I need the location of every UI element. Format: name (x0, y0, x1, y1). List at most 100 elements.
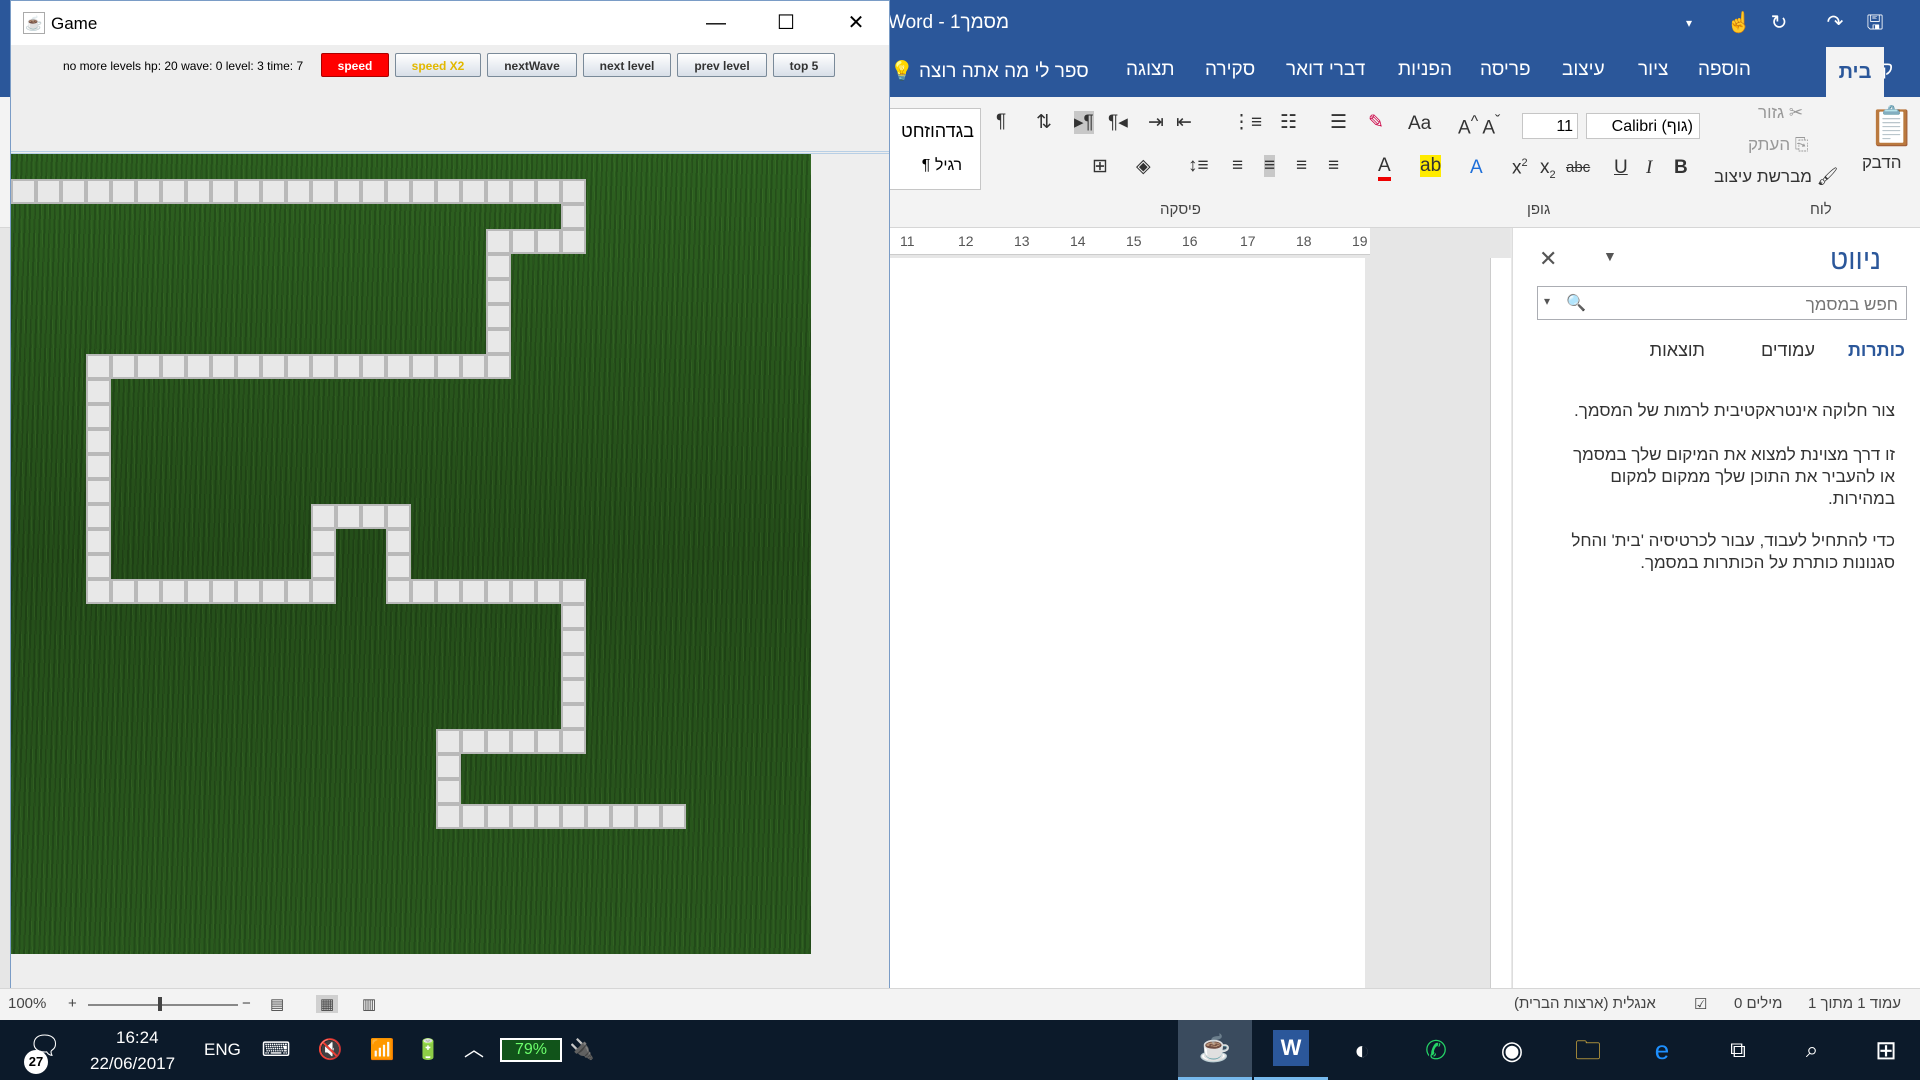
touch-icon[interactable]: ☝ (1726, 10, 1752, 36)
taskbar-java-app[interactable]: ☕ (1178, 1020, 1252, 1080)
speed-button[interactable]: speed (321, 53, 389, 77)
bullets-icon[interactable]: ☰ (1330, 111, 1347, 134)
font-name-box[interactable]: Calibri (גוף) (1586, 113, 1700, 139)
tab-view[interactable]: תצוגה (1126, 59, 1175, 81)
search-icon[interactable]: ⌕ (1794, 1032, 1830, 1068)
battery-icon[interactable]: 🔋 (410, 1032, 446, 1068)
tab-design[interactable]: עיצוב (1562, 59, 1605, 81)
font-color-icon[interactable]: A (1378, 155, 1391, 181)
top5-button[interactable]: top 5 (773, 53, 835, 77)
eclipse-icon[interactable]: ◐ (1344, 1032, 1380, 1068)
search-icon[interactable]: 🔍 (1566, 293, 1586, 313)
tab-mailings[interactable]: דברי דואר (1286, 59, 1365, 81)
horizontal-ruler[interactable]: 11 12 13 14 15 16 17 18 19 (890, 228, 1370, 255)
speed-x2-button[interactable]: speed X2 (395, 53, 481, 77)
tab-layout[interactable]: פריסה (1480, 59, 1531, 81)
print-layout-icon[interactable]: ▦ (316, 995, 339, 1013)
zoom-slider[interactable] (88, 1004, 238, 1006)
tell-me-box[interactable]: 💡 ספר לי מה אתה רוצה (890, 59, 1089, 83)
language-status[interactable]: אנגלית (ארצות הברית) (1514, 995, 1656, 1012)
numbering-icon[interactable]: ☷ (1280, 111, 1297, 134)
next-level-button[interactable]: next level (583, 53, 671, 77)
bold-icon[interactable]: B (1674, 157, 1688, 179)
ltr-icon[interactable]: ▸¶ (1074, 111, 1094, 134)
chrome-icon[interactable]: ◉ (1494, 1032, 1530, 1068)
borders-icon[interactable]: ⊞ (1092, 155, 1108, 178)
line-spacing-icon[interactable]: ↕≡ (1188, 155, 1209, 177)
volume-mute-icon[interactable]: 🔇 (312, 1032, 348, 1068)
center-icon[interactable]: ≡ (1296, 155, 1307, 177)
vertical-ruler[interactable] (1490, 258, 1511, 988)
align-left-icon[interactable]: ≡ (1264, 155, 1276, 177)
style-heading[interactable]: בגדהוזחט (901, 121, 974, 142)
increase-indent-icon[interactable]: ⇥ (1148, 111, 1164, 134)
minimize-icon[interactable]: — (693, 7, 739, 39)
tab-pages[interactable]: עמודים (1761, 340, 1815, 361)
document-page[interactable] (890, 258, 1365, 988)
highlight-icon[interactable]: ab (1420, 155, 1442, 177)
underline-icon[interactable]: U (1614, 157, 1628, 179)
keyboard-icon[interactable]: ⌨ (258, 1032, 294, 1068)
whatsapp-icon[interactable]: ✆ (1418, 1032, 1454, 1068)
tab-review[interactable]: סקירה (1205, 59, 1255, 81)
styles-gallery[interactable]: בגדהוזחט ¶ רגיל (889, 108, 981, 190)
focus-mode-icon[interactable]: ▤ (270, 995, 284, 1013)
clock-time[interactable]: 16:24 (116, 1028, 159, 1048)
font-size-box[interactable]: 11 (1522, 113, 1578, 139)
style-normal[interactable]: ¶ רגיל (922, 157, 962, 175)
proofing-icon[interactable]: ☑ (1694, 995, 1707, 1013)
read-mode-icon[interactable]: ▥ (362, 995, 376, 1013)
tab-draw[interactable]: ציור (1638, 59, 1668, 81)
tab-results[interactable]: תוצאות (1650, 340, 1705, 361)
clock-date[interactable]: 22/06/2017 (90, 1054, 175, 1074)
redo-icon[interactable]: ↷ (1822, 10, 1848, 36)
page-count[interactable]: עמוד 1 מתוך 1 (1808, 995, 1901, 1012)
maximize-icon[interactable]: ☐ (763, 7, 809, 39)
battery-percentage[interactable]: 79% (500, 1038, 562, 1062)
rtl-icon[interactable]: ¶◂ (1108, 111, 1128, 134)
show-marks-icon[interactable]: ¶ (996, 111, 1006, 133)
input-language[interactable]: ENG (204, 1040, 241, 1060)
search-dropdown-icon[interactable]: ▾ (1544, 294, 1550, 308)
close-icon[interactable]: ✕ (833, 7, 879, 39)
zoom-out-icon[interactable]: − (242, 995, 251, 1012)
refresh-icon[interactable]: ↻ (1766, 10, 1792, 36)
align-right-icon[interactable]: ≡ (1328, 155, 1339, 177)
edge-icon[interactable]: e (1644, 1032, 1680, 1068)
game-board[interactable] (11, 154, 811, 954)
taskbar-word-app[interactable]: W (1254, 1020, 1328, 1080)
zoom-level[interactable]: 100% (8, 995, 46, 1012)
java-icon[interactable]: ☕ (23, 12, 45, 34)
next-wave-button[interactable]: nextWave (487, 53, 577, 77)
dropdown-icon[interactable]: ▾ (1676, 10, 1702, 36)
task-view-icon[interactable]: ⧉ (1720, 1032, 1756, 1068)
format-painter-button[interactable]: מברשת עיצוב 🖌 (1714, 167, 1838, 187)
tab-insert[interactable]: הוספה (1698, 59, 1751, 81)
start-windows-icon[interactable]: ⊞ (1868, 1032, 1904, 1068)
shading-icon[interactable]: ◈ (1136, 155, 1151, 178)
prev-level-button[interactable]: prev level (677, 53, 767, 77)
sort-icon[interactable]: ⇅ (1036, 111, 1052, 134)
file-explorer-icon[interactable]: 🗀 (1570, 1032, 1606, 1068)
cut-button[interactable]: גזור ✂ (1758, 103, 1803, 123)
change-case-icon[interactable]: Aa (1408, 113, 1431, 135)
text-effects-icon[interactable]: A (1470, 157, 1483, 179)
copy-button[interactable]: העתק ⎘ (1748, 135, 1808, 155)
zoom-slider-thumb[interactable] (158, 997, 162, 1011)
paste-icon[interactable]: 📋 (1868, 105, 1915, 149)
decrease-indent-icon[interactable]: ⇤ (1176, 111, 1192, 134)
superscript-icon[interactable]: x2 (1512, 157, 1528, 179)
tab-references[interactable]: הפניות (1398, 59, 1452, 81)
tab-home[interactable]: בית (1826, 47, 1884, 97)
paste-button[interactable]: הדבק (1862, 153, 1902, 173)
clear-format-icon[interactable]: ✎ (1368, 111, 1384, 134)
game-titlebar[interactable]: ☕ Game — ☐ ✕ (11, 1, 889, 45)
word-count[interactable]: 0 מילים (1734, 995, 1782, 1012)
chevron-up-icon[interactable]: ︿ (456, 1032, 492, 1068)
multilevel-icon[interactable]: ⋮≡ (1232, 111, 1262, 134)
wifi-icon[interactable]: 📶 (364, 1032, 400, 1068)
justify-icon[interactable]: ≡ (1232, 155, 1243, 177)
tab-headings[interactable]: כותרות (1848, 340, 1905, 361)
chevron-down-icon[interactable]: ▼ (1603, 248, 1617, 264)
save-icon[interactable]: 🖫 (1862, 10, 1888, 36)
